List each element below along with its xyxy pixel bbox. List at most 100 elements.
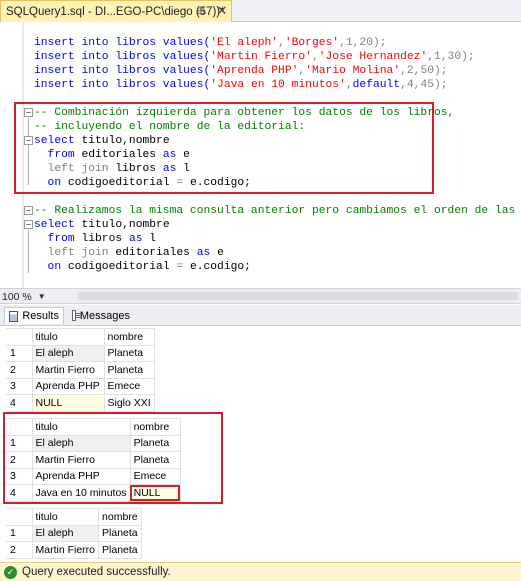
code-token: 'Borges' [284,37,340,49]
code-token: editoriales [115,247,197,259]
results-grid-1[interactable]: titulo nombre 1 El aleph Planeta 2 Martin Fier… [6,328,155,412]
code-token: insert into libros values( [34,51,211,63]
code-token: 'El aleph' [210,37,279,49]
code-line: -- Realizamos la misma consulta anterior… [34,204,521,218]
code-token: as [196,247,218,259]
grid-cell[interactable]: El aleph [31,344,105,362]
table-row[interactable]: 2 Martin Fierro Planeta [6,361,155,379]
tab-sqlquery1[interactable]: SQLQuery1.sql - DI...EGO-PC\diego (57))*… [0,0,232,22]
grid-cell[interactable]: Planeta [98,541,142,559]
table-row[interactable]: 2 Martin Fierro Planeta [6,541,142,559]
code-line: left join editoriales as e [34,246,224,260]
fold-guide [28,230,29,273]
code-line: from libros as l [34,232,157,246]
results-highlight-box [3,412,223,504]
code-token: on [34,261,68,273]
document-tab-strip: SQLQuery1.sql - DI...EGO-PC\diego (57))*… [0,0,521,22]
code-token: 'Mario Molina' [305,65,401,77]
code-token: default [352,79,401,91]
code-token: e.codigo; [189,261,251,273]
grid-header-row: titulo nombre [6,328,155,346]
code-token: 'Jose Hernandez' [318,51,428,63]
code-token: select [34,219,82,231]
zoom-bar: 100 % ▼ [0,288,521,304]
result-tabs: Results Messages [0,305,521,325]
code-token: 'Martin Fierro' [210,51,312,63]
table-row[interactable]: 3 Aprenda PHP Emece [6,377,155,395]
row-number: 3 [6,377,33,395]
grid-cell[interactable]: El aleph [31,524,100,542]
column-header-nombre[interactable]: nombre [98,508,142,526]
grid-cell[interactable]: Planeta [98,524,142,542]
code-token: ,4,45); [400,79,448,91]
code-token: -- Realizamos la misma consulta anterior… [34,205,521,217]
row-number: 1 [6,344,33,362]
grid-corner[interactable] [6,328,33,346]
messages-icon [72,310,81,321]
grid-cell[interactable]: Martin Fierro [31,541,100,559]
code-token: , [278,37,285,49]
success-check-icon: ✓ [4,565,17,579]
grid-cell[interactable]: Siglo XXI [103,394,155,412]
table-row[interactable]: 4 NULL Siglo XXI [6,394,155,412]
code-token: insert into libros values( [34,79,211,91]
column-header-titulo[interactable]: titulo [31,328,105,346]
code-line: on codigoeditorial = e.codigo; [34,260,251,274]
results-grid-3[interactable]: titulo nombre 1 El aleph Planeta 2 Martin Fier… [6,508,142,559]
grid-corner[interactable] [6,508,33,526]
code-token: from [34,233,82,245]
code-token: insert into libros values( [34,37,211,49]
code-token: libros [81,233,129,245]
horizontal-scrollbar[interactable] [78,292,518,300]
query-editor[interactable]: insert into libros values('El aleph','Bo… [0,22,521,288]
close-icon[interactable]: ✕ [215,4,229,18]
table-row[interactable]: 1 El aleph Planeta [6,524,142,542]
collapse-region-icon[interactable]: − [24,220,33,229]
code-token: e [217,247,224,259]
code-token: as [128,233,150,245]
code-token: 'Java en 10 minutos' [210,79,346,91]
code-line: insert into libros values('Java en 10 mi… [34,78,448,92]
tab-messages[interactable]: Messages [68,307,134,324]
tab-title: SQLQuery1.sql - DI...EGO-PC\diego (57))* [6,5,225,18]
code-token: ,1,20); [339,37,387,49]
tab-messages-label: Messages [79,309,130,322]
code-token: insert into libros values( [34,65,211,77]
chevron-down-icon: ▼ [37,292,46,301]
grid-cell[interactable]: Martin Fierro [31,361,105,379]
code-token: left join [34,247,116,259]
code-line: insert into libros values('Martin Fierro… [34,50,475,64]
grid-cell[interactable]: Planeta [103,361,155,379]
row-number: 1 [6,524,33,542]
grid-cell[interactable]: Planeta [103,344,155,362]
code-line: select titulo,nombre [34,218,170,232]
collapse-region-icon[interactable]: − [24,206,33,215]
tab-results-label: Results [22,310,59,322]
table-row[interactable]: 1 El aleph Planeta [6,344,155,362]
grid-cell[interactable]: Aprenda PHP [31,377,105,395]
code-line: insert into libros values('El aleph','Bo… [34,36,387,50]
code-token: , [345,79,353,91]
column-header-nombre[interactable]: nombre [103,328,155,346]
code-token: l [149,233,157,245]
grid-header-row: titulo nombre [6,508,142,526]
grid-cell[interactable]: NULL [31,394,105,412]
row-number: 4 [6,394,33,412]
code-token: = [176,261,190,273]
grid-icon [9,310,19,322]
code-token: ,2,50); [400,65,448,77]
zoom-dropdown[interactable]: 100 % ▼ [2,290,46,303]
row-number: 2 [6,361,33,379]
code-token: ,1,30); [427,51,475,63]
results-panel: titulo nombre 1 El aleph Planeta 2 Martin Fier… [0,325,521,562]
pin-icon[interactable]: ⊞ [194,5,208,19]
tab-results[interactable]: Results [4,307,64,324]
status-message: Query executed successfully. [22,566,171,578]
code-line: insert into libros values('Aprenda PHP',… [34,64,448,78]
grid-cell[interactable]: Emece [103,377,155,395]
row-number: 2 [6,541,33,559]
code-token: 'Aprenda PHP' [210,65,299,77]
code-token: titulo,nombre [81,219,170,231]
status-bar: ✓ Query executed successfully. [0,562,521,581]
column-header-titulo[interactable]: titulo [31,508,100,526]
